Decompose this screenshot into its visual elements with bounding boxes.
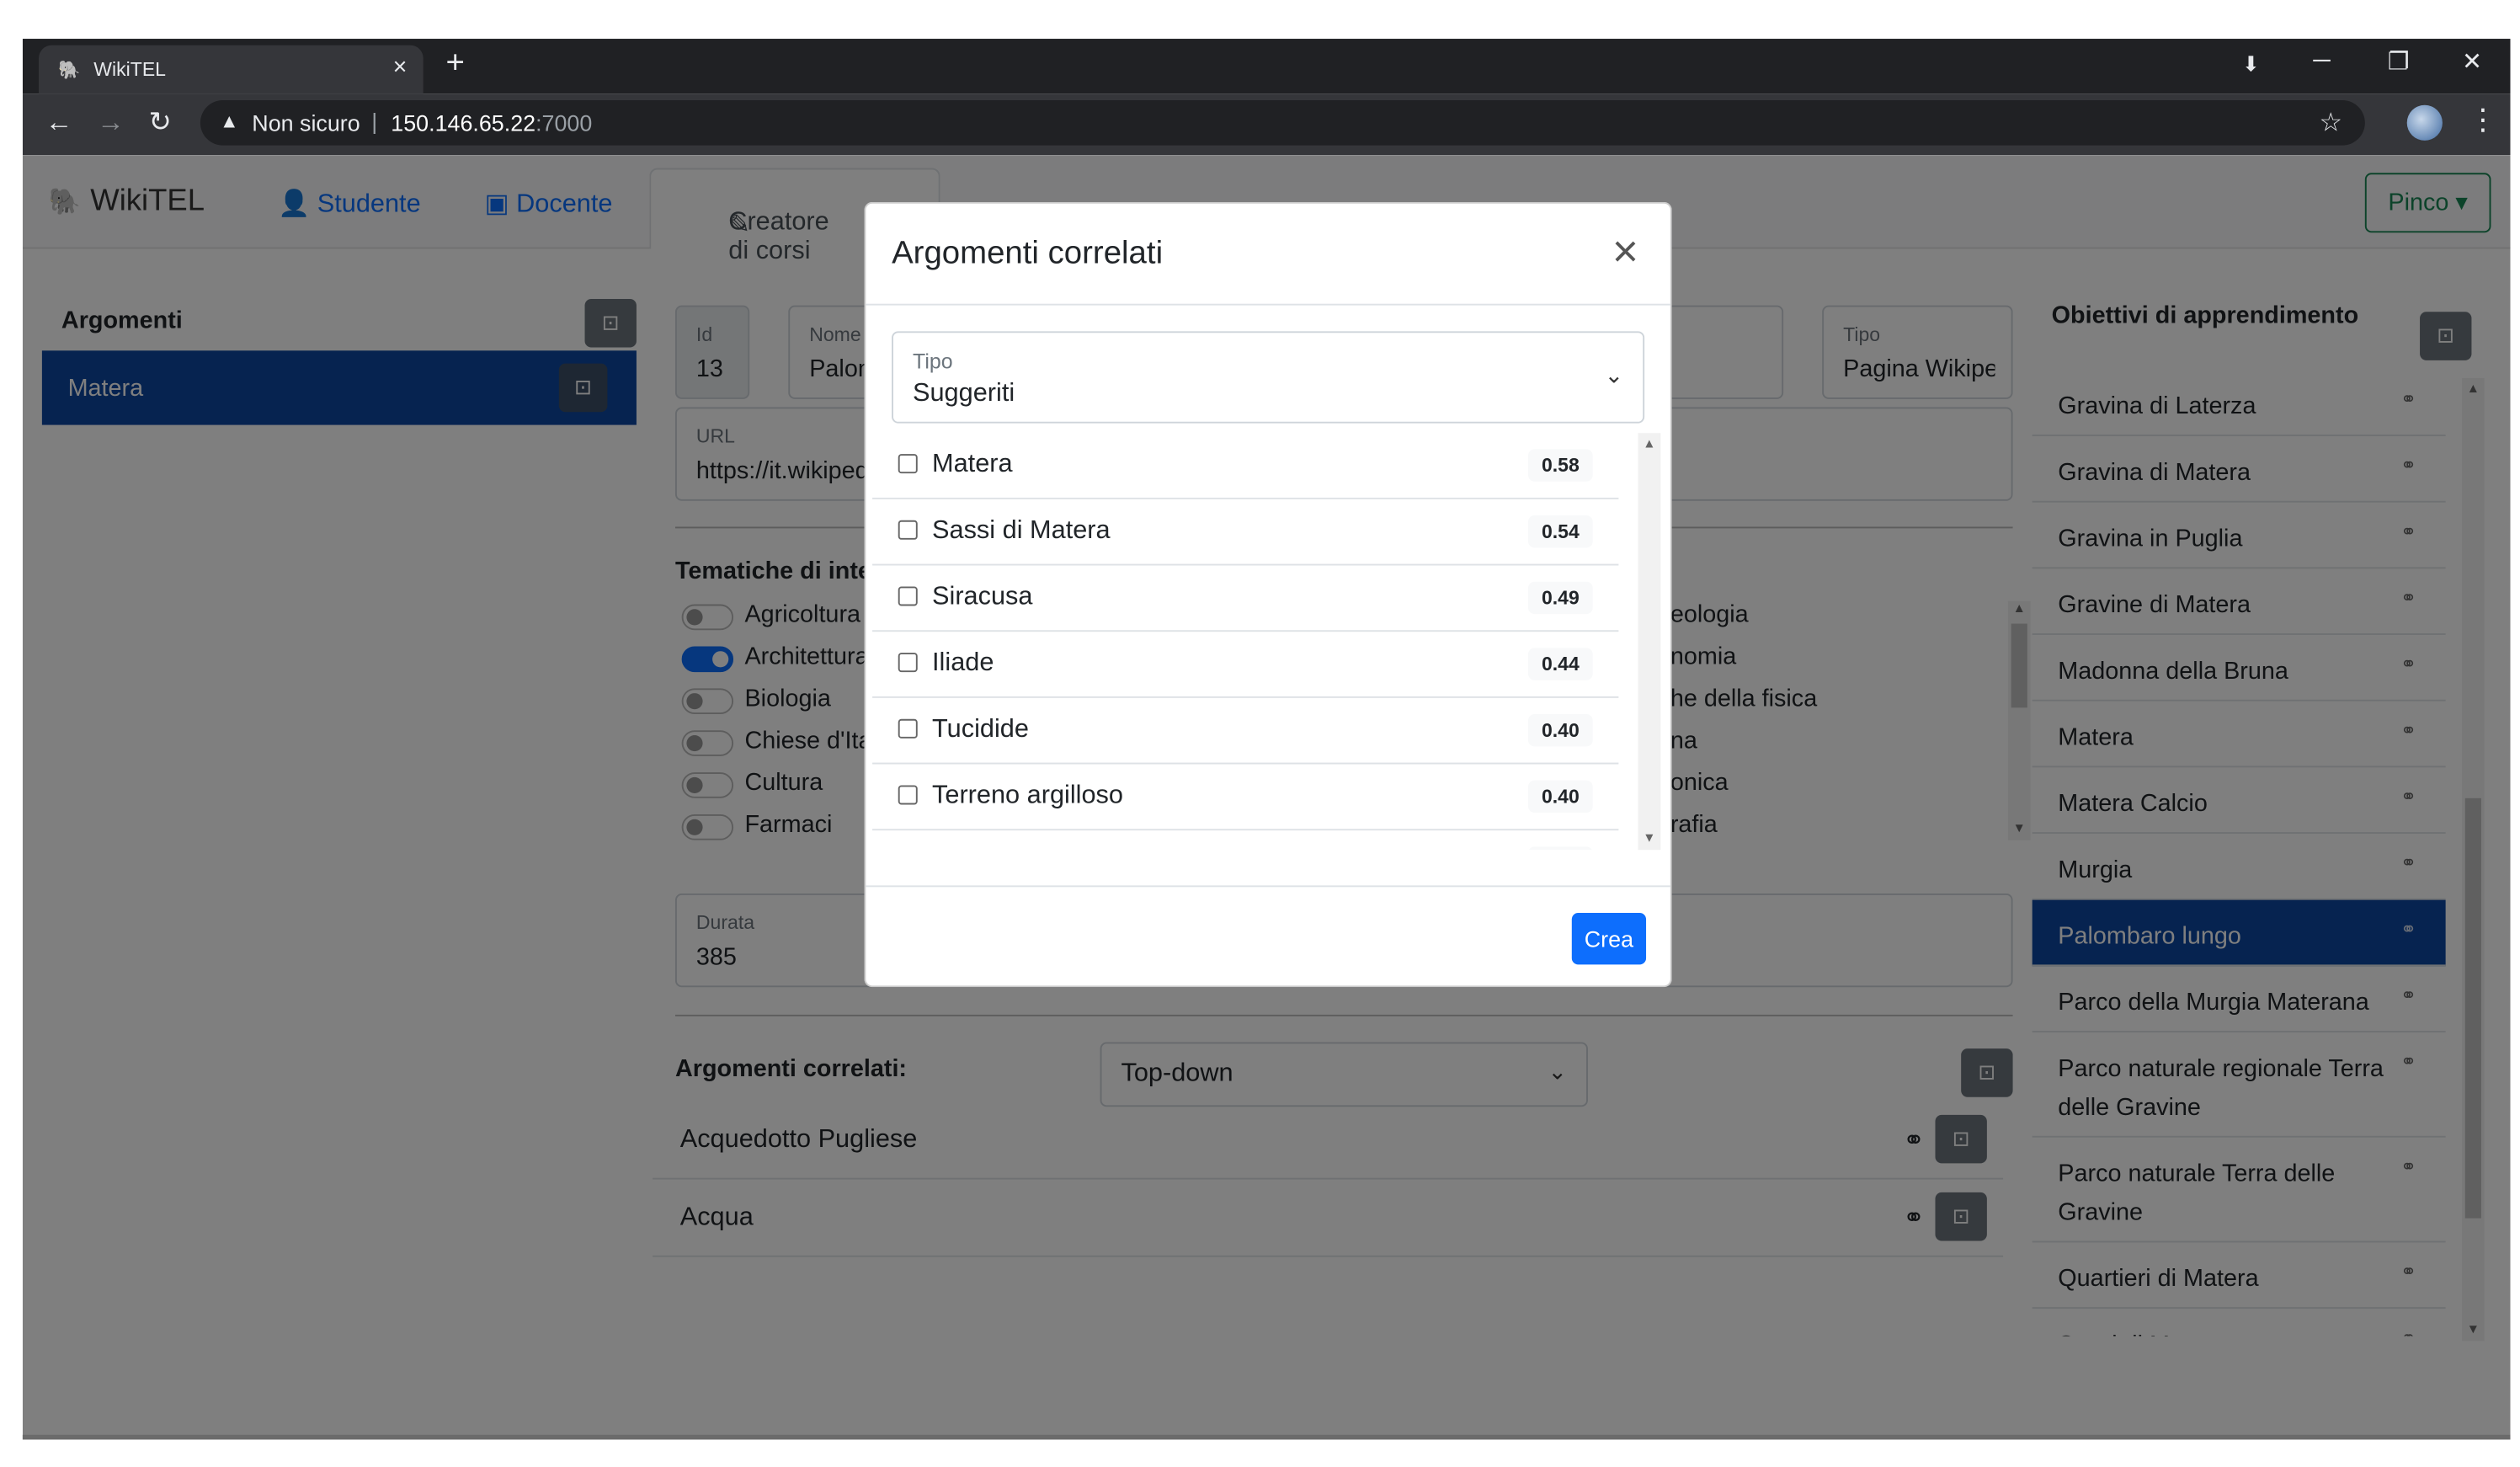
scroll-up-icon: ▲ (1643, 436, 1656, 451)
security-label: Non sicuro (252, 109, 360, 136)
new-tab-button[interactable]: + (446, 45, 465, 83)
modal-tipo-select[interactable]: Tipo Suggeriti ⌄ (892, 331, 1645, 424)
suggestion-name: Matera (932, 451, 1013, 478)
modal-tipo-value: Suggeriti (913, 379, 1015, 408)
url-separator: | (371, 108, 378, 135)
suggestion-row[interactable]: Siracusa 0.49 (872, 566, 1619, 632)
browser-window: 🐘 WikiTEL × + ⬇ ─ ❐ ✕ ← → ↻ ▲ Non sicuro… (22, 39, 2511, 1438)
close-icon[interactable]: × (1612, 227, 1638, 278)
browser-tab[interactable]: 🐘 WikiTEL × (39, 45, 424, 94)
related-topics-modal: Argomenti correlati × Tipo Suggeriti ⌄ M… (864, 201, 1672, 988)
scroll-down-icon: ▼ (1643, 830, 1656, 846)
screen-edge (22, 1434, 2511, 1440)
suggestion-name: Iliade (932, 649, 994, 677)
address-bar[interactable]: ▲ Non sicuro | 150.146.65.22:7000 ☆ (200, 99, 2365, 146)
address-toolbar: ← → ↻ ▲ Non sicuro | 150.146.65.22:7000 … (22, 93, 2511, 156)
suggestion-name: Terreno argilloso (932, 782, 1123, 810)
suggestion-name: Sassi di Matera (932, 516, 1111, 545)
modal-tipo-label: Tipo (913, 349, 953, 374)
suggestion-row[interactable]: Tucidide 0.40 (872, 698, 1619, 765)
suggestion-row[interactable]: Terreno argilloso 0.40 (872, 764, 1619, 831)
suggestion-name: Siracusa (932, 583, 1033, 611)
web-page: 🐘WikiTEL 👤 Studente ▣ Docente ✎ Creatore… (22, 155, 2511, 1438)
suggestion-checkbox[interactable] (898, 520, 918, 540)
suggestion-score-badge: 0.40 (1527, 714, 1593, 747)
modal-title: Argomenti correlati (892, 236, 1164, 272)
suggestion-score-badge: 0.49 (1527, 581, 1593, 615)
suggestion-checkbox[interactable] (898, 718, 918, 739)
suggestion-row[interactable] (872, 830, 1618, 851)
suggestions-scrollbar[interactable]: ▲ ▼ (1638, 433, 1661, 851)
maximize-button[interactable]: ❐ (2388, 47, 2410, 77)
suggestion-checkbox[interactable] (898, 454, 918, 474)
modal-header: Argomenti correlati × (866, 204, 1670, 306)
suggestion-score-badge: 0.58 (1527, 449, 1593, 482)
minimize-button[interactable]: ─ (2313, 47, 2330, 75)
suggestions-list: Matera 0.58 Sassi di Matera 0.54 Siracusa 0.4… (872, 433, 1619, 851)
suggestion-score-badge: 0.44 (1527, 648, 1593, 680)
tab-close-icon[interactable]: × (393, 53, 408, 81)
back-icon[interactable]: ← (45, 107, 73, 139)
scroll-thumb[interactable] (1638, 433, 1660, 579)
suggestion-row[interactable]: Iliade 0.44 (872, 632, 1619, 698)
suggestion-checkbox[interactable] (898, 653, 918, 673)
suggestion-row[interactable]: Sassi di Matera 0.54 (872, 499, 1619, 566)
reload-icon[interactable]: ↻ (149, 107, 172, 139)
suggestion-checkbox[interactable] (898, 586, 918, 606)
suggestion-score-badge: 0.40 (1527, 780, 1593, 814)
bookmark-star-icon[interactable]: ☆ (2319, 107, 2342, 139)
suggestion-score-badge: 0.54 (1527, 515, 1593, 548)
chevron-down-icon: ⌄ (1604, 361, 1624, 388)
modal-footer: Crea (866, 885, 1670, 985)
profile-avatar[interactable] (2406, 104, 2443, 141)
favicon-icon: 🐘 (58, 61, 81, 81)
warning-icon: ▲ (219, 109, 239, 133)
tab-title: WikiTEL (93, 58, 166, 81)
browser-menu-icon[interactable]: ⋮ (2469, 104, 2498, 137)
suggestion-checkbox[interactable] (898, 785, 918, 805)
suggestion-row[interactable]: Matera 0.58 (872, 433, 1619, 499)
forward-icon[interactable]: → (97, 107, 125, 139)
url-text: 150.146.65.22:7000 (391, 109, 593, 136)
suggestion-score-badge (1527, 846, 1593, 851)
tab-strip: 🐘 WikiTEL × + ⬇ ─ ❐ ✕ (22, 39, 2511, 94)
window-close-button[interactable]: ✕ (2462, 47, 2482, 77)
profile-menu-icon[interactable]: ⬇ (2242, 51, 2260, 77)
crea-button[interactable]: Crea (1571, 913, 1647, 965)
suggestion-name: Tucidide (932, 715, 1029, 744)
